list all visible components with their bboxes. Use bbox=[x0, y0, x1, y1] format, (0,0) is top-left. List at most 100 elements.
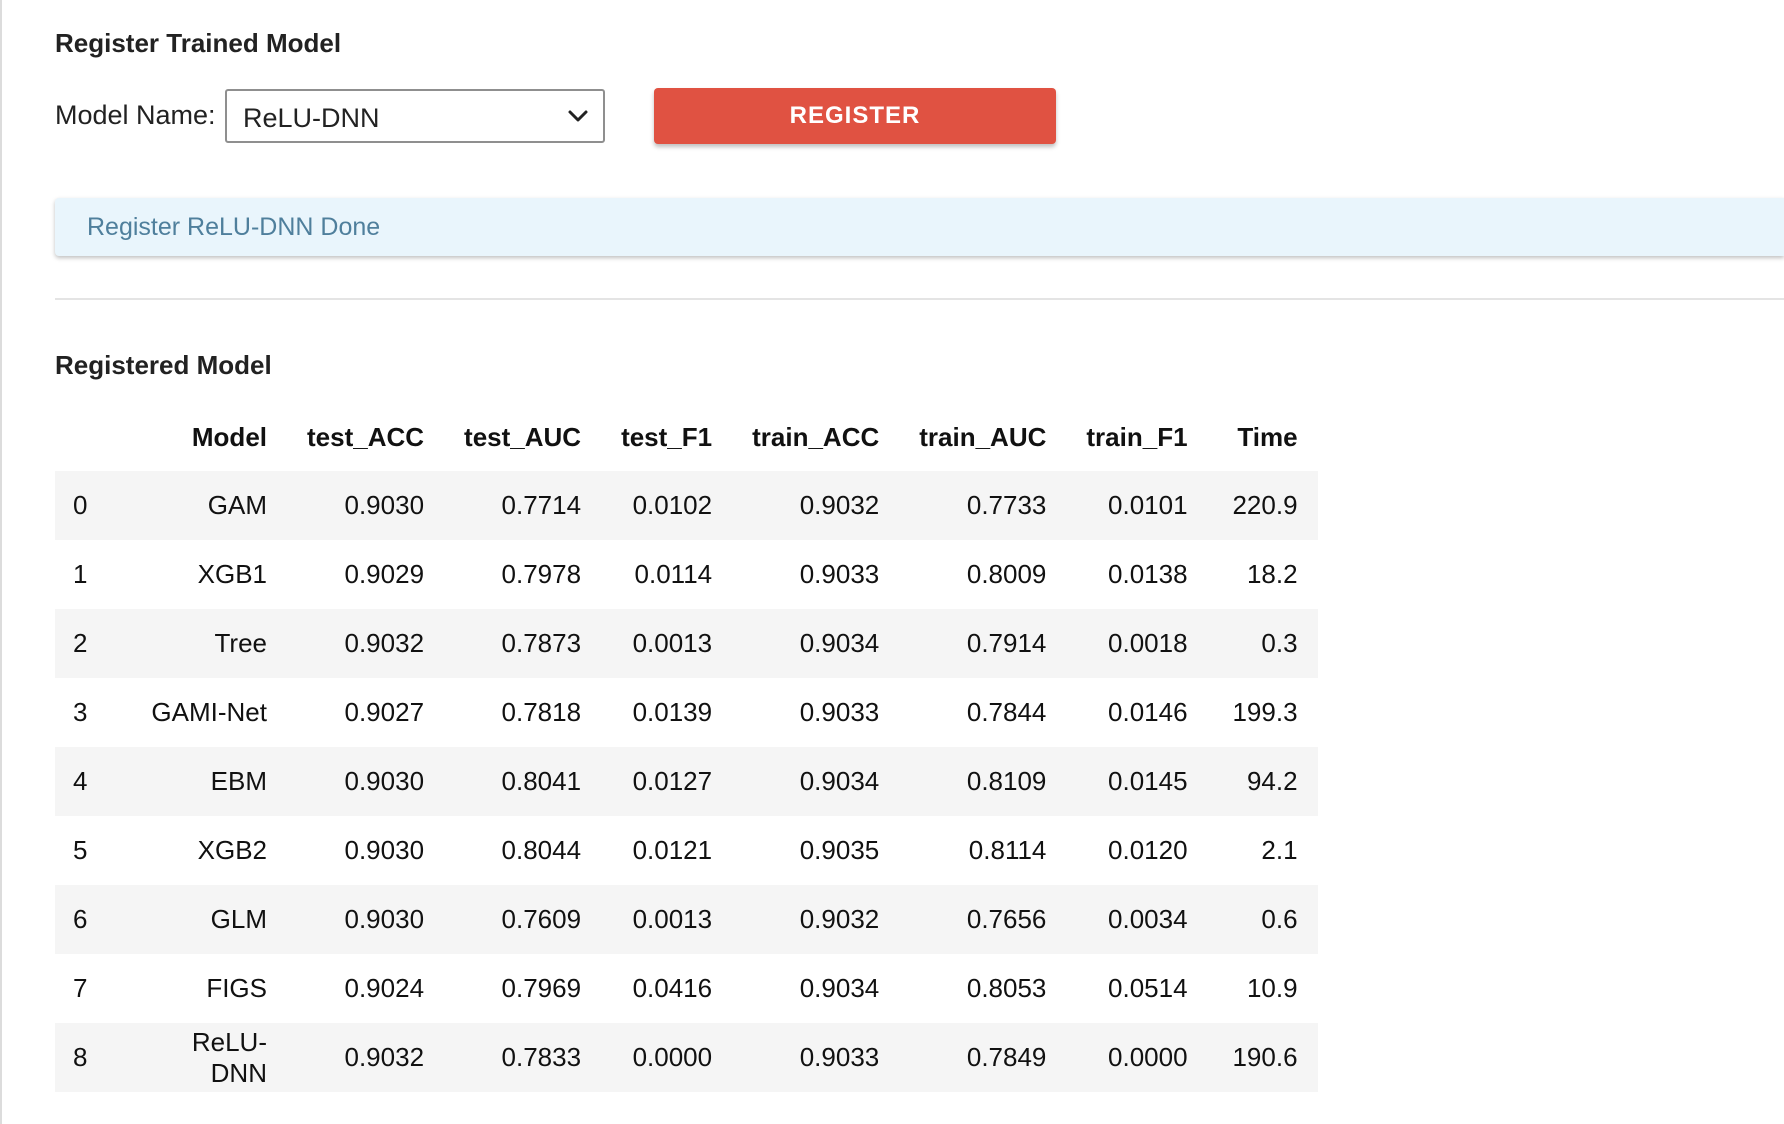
cell-model: GAMI-Net bbox=[151, 697, 267, 727]
cell-index: 0 bbox=[73, 490, 88, 520]
register-button[interactable]: REGISTER bbox=[654, 88, 1056, 144]
cell-time: 0.6 bbox=[1261, 904, 1298, 934]
registered-models-table-container: Model test_ACC test_AUC test_F1 train_ACC tra… bbox=[55, 403, 1318, 1092]
table-row: 3 GAMI-Net 0.9027 0.7818 0.0139 0.9033 0.7844 0… bbox=[55, 678, 1318, 747]
cell-test-f1: 0.0127 bbox=[632, 766, 713, 796]
cell-model: Tree bbox=[214, 628, 268, 658]
registered-section-title: Registered Model bbox=[55, 350, 272, 380]
column-header-model: Model bbox=[191, 421, 267, 452]
cell-model: GAM bbox=[207, 490, 267, 520]
cell-index: 7 bbox=[73, 973, 88, 1003]
cell-train-f1: 0.0146 bbox=[1108, 697, 1188, 727]
cell-test-auc: 0.7818 bbox=[501, 697, 582, 727]
model-name-label: Model Name: bbox=[55, 100, 216, 130]
section-divider bbox=[55, 298, 1784, 300]
cell-test-acc: 0.9030 bbox=[344, 835, 425, 865]
cell-test-auc: 0.7833 bbox=[501, 1042, 582, 1072]
cell-time: 10.9 bbox=[1246, 973, 1298, 1003]
cell-train-acc: 0.9034 bbox=[799, 766, 880, 796]
table-header: Model test_ACC test_AUC test_F1 train_ACC tra… bbox=[55, 403, 1318, 471]
column-header-time: Time bbox=[1237, 421, 1298, 452]
cell-train-acc: 0.9033 bbox=[799, 559, 880, 589]
cell-test-f1: 0.0139 bbox=[632, 697, 713, 727]
cell-train-f1: 0.0145 bbox=[1108, 766, 1188, 796]
cell-test-acc: 0.9032 bbox=[344, 1042, 425, 1072]
cell-test-auc: 0.8044 bbox=[501, 835, 582, 865]
cell-train-auc: 0.7844 bbox=[966, 697, 1047, 727]
cell-train-auc: 0.8109 bbox=[966, 766, 1047, 796]
cell-model: GLM bbox=[210, 904, 267, 934]
model-name-select-value: ReLU-DNN bbox=[243, 103, 380, 133]
cell-train-acc: 0.9034 bbox=[799, 628, 880, 658]
status-message: Register ReLU-DNN Done bbox=[87, 213, 381, 241]
model-name-select[interactable]: ReLU-DNN bbox=[225, 89, 605, 143]
cell-test-acc: 0.9032 bbox=[344, 628, 425, 658]
cell-train-f1: 0.0514 bbox=[1108, 973, 1188, 1003]
cell-time: 94.2 bbox=[1246, 766, 1298, 796]
chevron-down-icon bbox=[568, 110, 588, 122]
cell-test-auc: 0.7978 bbox=[501, 559, 582, 589]
cell-test-f1: 0.0416 bbox=[632, 973, 713, 1003]
cell-test-f1: 0.0000 bbox=[632, 1042, 713, 1072]
table-row: 0 GAM 0.9030 0.7714 0.0102 0.9032 0.7733 0.0101… bbox=[55, 471, 1318, 540]
cell-time: 199.3 bbox=[1232, 697, 1298, 727]
cell-train-acc: 0.9032 bbox=[799, 904, 880, 934]
cell-model: ReLU-DNN bbox=[191, 1026, 267, 1088]
cell-model: XGB2 bbox=[197, 835, 267, 865]
cell-train-auc: 0.8009 bbox=[966, 559, 1047, 589]
cell-train-auc: 0.8053 bbox=[966, 973, 1047, 1003]
cell-index: 3 bbox=[73, 697, 88, 727]
cell-time: 190.6 bbox=[1232, 1042, 1298, 1072]
registered-models-table: Model test_ACC test_AUC test_F1 train_ACC tra… bbox=[55, 403, 1318, 1092]
cell-train-acc: 0.9035 bbox=[799, 835, 880, 865]
cell-test-acc: 0.9030 bbox=[344, 904, 425, 934]
cell-train-acc: 0.9032 bbox=[799, 490, 880, 520]
register-section-title: Register Trained Model bbox=[55, 28, 342, 58]
cell-train-f1: 0.0138 bbox=[1108, 559, 1188, 589]
cell-time: 2.1 bbox=[1261, 835, 1298, 865]
cell-train-f1: 0.0000 bbox=[1108, 1042, 1188, 1072]
cell-train-acc: 0.9034 bbox=[799, 973, 880, 1003]
cell-test-auc: 0.7873 bbox=[501, 628, 582, 658]
cell-train-auc: 0.7849 bbox=[966, 1042, 1047, 1072]
cell-test-acc: 0.9030 bbox=[344, 490, 425, 520]
cell-model: FIGS bbox=[206, 973, 267, 1003]
cell-train-f1: 0.0034 bbox=[1108, 904, 1188, 934]
cell-test-acc: 0.9024 bbox=[344, 973, 425, 1003]
table-row: 5 XGB2 0.9030 0.8044 0.0121 0.9035 0.8114 0.012… bbox=[55, 816, 1318, 885]
cell-index: 1 bbox=[73, 559, 88, 589]
table-body: 0 GAM 0.9030 0.7714 0.0102 0.9032 0.7733 0.0101… bbox=[55, 471, 1318, 1092]
cell-time: 220.9 bbox=[1232, 490, 1298, 520]
cell-index: 8 bbox=[73, 1042, 88, 1072]
table-row: 1 XGB1 0.9029 0.7978 0.0114 0.9033 0.8009 0.013… bbox=[55, 540, 1318, 609]
cell-train-f1: 0.0101 bbox=[1108, 490, 1188, 520]
table-row: 6 GLM 0.9030 0.7609 0.0013 0.9032 0.7656 0.0034… bbox=[55, 885, 1318, 954]
cell-test-f1: 0.0102 bbox=[632, 490, 713, 520]
cell-test-auc: 0.7969 bbox=[501, 973, 582, 1003]
cell-train-auc: 0.8114 bbox=[968, 835, 1047, 865]
cell-test-f1: 0.0121 bbox=[632, 835, 713, 865]
cell-test-f1: 0.0114 bbox=[634, 559, 713, 589]
cell-train-auc: 0.7656 bbox=[966, 904, 1047, 934]
cell-time: 18.2 bbox=[1246, 559, 1298, 589]
cell-model: XGB1 bbox=[197, 559, 267, 589]
column-header-train-auc: train_AUC bbox=[919, 421, 1047, 452]
cell-time: 0.3 bbox=[1261, 628, 1298, 658]
table-row: 4 EBM 0.9030 0.8041 0.0127 0.9034 0.8109 0.0145… bbox=[55, 747, 1318, 816]
cell-test-auc: 0.8041 bbox=[501, 766, 582, 796]
cell-index: 2 bbox=[73, 628, 88, 658]
column-header-index bbox=[55, 403, 123, 471]
cell-test-f1: 0.0013 bbox=[632, 628, 713, 658]
left-border bbox=[0, 0, 2, 1124]
column-header-train-f1: train_F1 bbox=[1086, 421, 1188, 452]
cell-train-auc: 0.7914 bbox=[966, 628, 1047, 658]
table-row: 8 ReLU-DNN 0.9032 0.7833 0.0000 0.9033 0.7849 0… bbox=[55, 1023, 1318, 1092]
cell-index: 4 bbox=[73, 766, 88, 796]
cell-train-auc: 0.7733 bbox=[966, 490, 1047, 520]
cell-index: 5 bbox=[73, 835, 88, 865]
column-header-test-auc: test_AUC bbox=[464, 421, 582, 452]
cell-model: EBM bbox=[210, 766, 267, 796]
cell-index: 6 bbox=[73, 904, 88, 934]
cell-train-f1: 0.0120 bbox=[1108, 835, 1188, 865]
table-header-row: Model test_ACC test_AUC test_F1 train_ACC tra… bbox=[55, 403, 1318, 471]
